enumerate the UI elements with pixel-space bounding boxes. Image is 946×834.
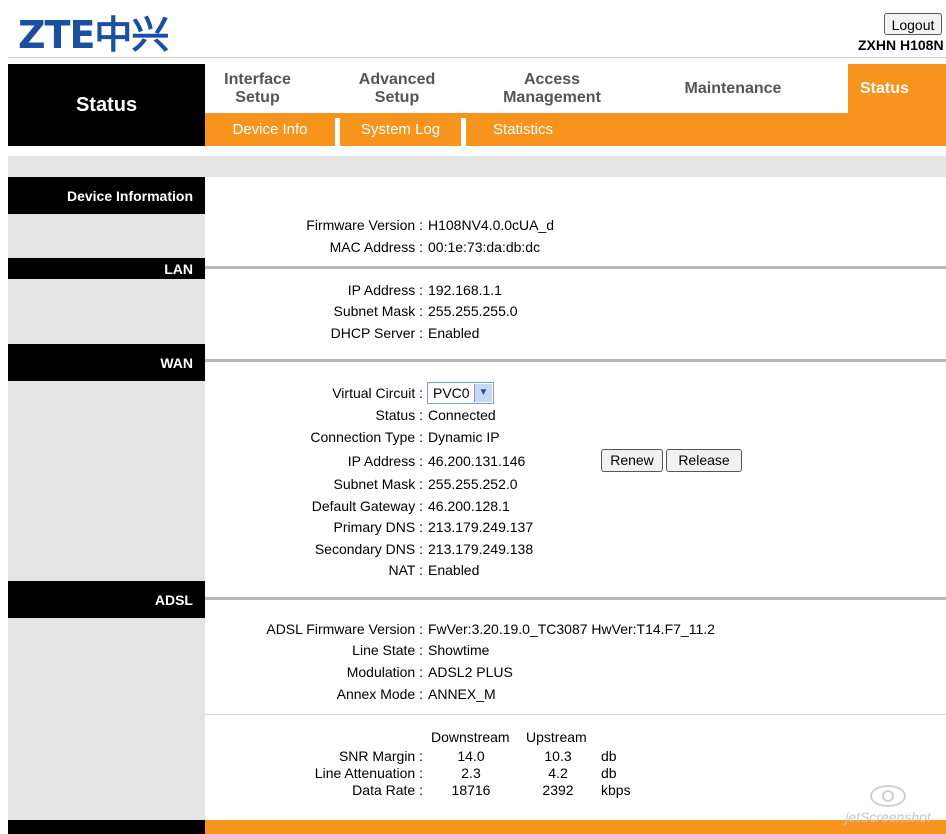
section-divider [205,597,946,600]
data-rate-unit: kbps [601,782,631,798]
renew-button[interactable]: Renew [601,449,663,472]
footer-bar-accent [205,820,946,834]
section-divider [205,266,946,269]
secondary-dns-value: 213.179.249.138 [428,541,534,557]
mac-address-label: MAC Address : [329,239,423,255]
watermark-text: jetScreenshot [845,809,931,825]
line-state-value: Showtime [428,642,490,658]
dhcp-server-label: DHCP Server : [330,325,423,341]
primary-dns-label: Primary DNS : [333,519,423,535]
wan-ip-label: IP Address : [347,453,423,469]
nav-status[interactable]: Status [848,64,946,113]
data-rate-up: 2392 [542,782,574,798]
mac-address-value: 00:1e:73:da:db:dc [428,239,541,255]
line-attenuation-unit: db [601,765,617,781]
wan-subnet-label: Subnet Mask : [333,476,424,492]
connection-type-label: Connection Type : [310,429,423,445]
firmware-version-label: Firmware Version : [306,217,423,233]
spacer-band [8,156,946,177]
data-rate-label: Data Rate : [352,782,423,798]
virtual-circuit-value: PVC0 [433,385,470,401]
stats-header-downstream: Downstream [431,729,510,745]
subnav-statistics[interactable]: Statistics [466,113,580,146]
line-attenuation-down: 2.3 [461,765,481,781]
primary-dns-value: 213.179.249.137 [428,519,534,535]
logout-button[interactable]: Logout [884,13,942,35]
section-title: Status [8,64,205,146]
modulation-label: Modulation : [346,664,423,680]
device-model: ZXHN H108N [858,37,944,53]
zte-logo: ZTE中兴 [18,13,169,57]
header-divider [8,57,946,58]
modulation-value: ADSL2 PLUS [428,664,513,680]
section-adsl: ADSL [8,581,205,618]
secondary-dns-label: Secondary DNS : [314,541,423,557]
data-rate-down: 18716 [451,782,491,798]
camera-icon [870,785,906,807]
adsl-firmware-value: FwVer:3.20.19.0_TC3087 HwVer:T14.F7_11.2 [428,621,715,637]
subnav-system-log[interactable]: System Log [340,113,461,146]
nav-advanced-setup[interactable]: Advanced Setup [335,64,459,113]
section-device-information: Device Information [8,177,205,214]
lan-subnet-label: Subnet Mask : [333,303,424,319]
line-state-label: Line State : [352,642,423,658]
line-attenuation-up: 4.2 [548,765,568,781]
nav-maintenance[interactable]: Maintenance [660,64,806,113]
snr-margin-up: 10.3 [544,748,572,764]
release-button[interactable]: Release [666,449,742,472]
lan-ip-label: IP Address : [347,282,423,298]
nat-label: NAT : [388,562,424,578]
default-gateway-label: Default Gateway : [311,498,423,514]
virtual-circuit-label: Virtual Circuit : [332,385,423,401]
subnav-device-info[interactable]: Device Info [205,113,335,146]
dhcp-server-value: Enabled [428,325,480,341]
line-attenuation-label: Line Attenuation : [314,765,423,781]
lan-ip-value: 192.168.1.1 [428,282,502,298]
connection-type-value: Dynamic IP [428,429,500,445]
nav-interface-setup[interactable]: Interface Setup [205,64,310,113]
wan-status-label: Status : [375,407,423,423]
lan-subnet-value: 255.255.255.0 [428,303,518,319]
adsl-firmware-label: ADSL Firmware Version : [266,621,423,637]
virtual-circuit-select[interactable]: PVC0 ▼ [427,382,494,404]
snr-margin-label: SNR Margin : [338,748,423,764]
wan-subnet-value: 255.255.252.0 [428,476,518,492]
section-divider [205,359,946,362]
watermark: jetScreenshot [836,783,940,831]
snr-margin-down: 14.0 [457,748,485,764]
default-gateway-value: 46.200.128.1 [428,498,510,514]
chevron-down-icon[interactable]: ▼ [474,384,492,402]
stats-divider [205,714,946,715]
footer-bar [8,820,205,834]
section-lan: LAN [8,258,205,279]
annex-mode-value: ANNEX_M [428,686,496,702]
wan-status-value: Connected [428,407,496,423]
stats-header-upstream: Upstream [526,729,587,745]
annex-mode-label: Annex Mode : [336,686,423,702]
nav-access-management[interactable]: Access Management [486,64,618,113]
wan-ip-value: 46.200.131.146 [428,453,526,469]
firmware-version-value: H108NV4.0.0cUA_d [428,217,555,233]
nat-value: Enabled [428,562,480,578]
snr-margin-unit: db [601,748,617,764]
section-wan: WAN [8,344,205,381]
